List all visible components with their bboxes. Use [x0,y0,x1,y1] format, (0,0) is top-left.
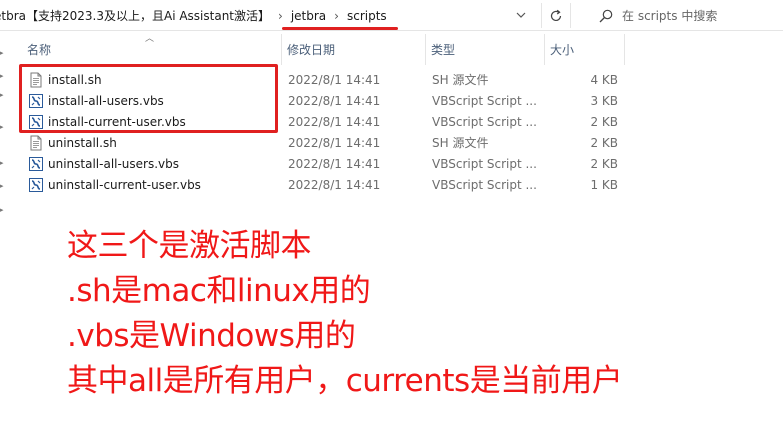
annotation: 这三个是激活脚本 .sh是mac和linux用的 .vbs是Windows用的 … [67,224,623,404]
file-date: 2022/8/1 14:41 [288,156,381,171]
chevron-down-icon[interactable] [508,4,534,26]
file-type: VBScript Script ... [432,177,537,192]
expand-arrow-icon[interactable]: ▸ [0,72,8,80]
address-bar-row: etbra【支持2023.3及以上，且Ai Assistant激活】 › jet… [0,0,783,31]
file-row[interactable]: uninstall-all-users.vbs 2022/8/1 14:41 VBS… [22,153,783,174]
file-size: 2 KB [590,135,618,150]
column-header-size[interactable]: 大小 [545,34,625,65]
breadcrumb-red-underline [282,27,398,30]
file-date: 2022/8/1 14:41 [288,93,381,108]
column-header-name[interactable]: 名称 [22,34,282,65]
file-row[interactable]: uninstall-current-user.vbs 2022/8/1 14:41… [22,174,783,195]
column-header-date[interactable]: 修改日期 [282,34,426,65]
highlight-box [19,64,278,133]
breadcrumb-item[interactable]: scripts [343,9,391,23]
annotation-line: .vbs是Windows用的 [67,318,356,354]
refresh-button[interactable] [541,3,571,28]
address-bar[interactable]: etbra【支持2023.3及以上，且Ai Assistant激活】 › jet… [0,0,539,31]
file-type: SH 源文件 [432,73,489,87]
column-header-label: 名称 [27,43,52,57]
expand-arrow-icon[interactable]: ▸ [0,182,8,190]
breadcrumb-separator-icon[interactable]: › [274,9,287,23]
file-name-cell[interactable]: uninstall.sh [28,135,278,151]
annotation-line: 其中all是所有用户，currents是当前用户 [67,363,623,399]
vbs-file-icon [28,156,44,172]
breadcrumb-separator-icon[interactable]: › [330,9,343,23]
file-row[interactable]: uninstall.sh 2022/8/1 14:41 SH 源文件 2 KB [22,132,783,153]
expand-arrow-icon[interactable]: ▸ [0,91,8,99]
file-size: 2 KB [590,114,618,129]
search-input[interactable] [622,8,772,23]
annotation-line: .sh是mac和linux用的 [67,273,371,309]
file-type: SH 源文件 [432,136,489,150]
file-size: 4 KB [590,72,618,87]
search-box[interactable] [584,3,783,28]
column-header-label: 修改日期 [287,43,336,57]
breadcrumb-item[interactable]: jetbra [287,9,330,23]
file-size: 2 KB [590,156,618,171]
annotation-line: 这三个是激活脚本 [67,228,312,264]
file-date: 2022/8/1 14:41 [288,72,381,87]
file-size: 1 KB [590,177,618,192]
file-date: 2022/8/1 14:41 [288,135,381,150]
file-date: 2022/8/1 14:41 [288,114,381,129]
refresh-icon [550,9,562,21]
breadcrumb-item[interactable]: etbra【支持2023.3及以上，且Ai Assistant激活】 [0,7,274,24]
file-name-cell[interactable]: uninstall-all-users.vbs [28,156,278,172]
expand-arrow-icon[interactable]: ▸ [0,159,8,167]
file-type: VBScript Script ... [432,156,537,171]
expand-arrow-icon[interactable]: ▸ [0,49,8,57]
file-date: 2022/8/1 14:41 [288,177,381,192]
file-name: uninstall.sh [48,135,117,150]
file-name: uninstall-current-user.vbs [48,177,201,192]
nav-pane-edge: ▸ ▸ ▸ ▸ ▸ ▸ ▸ [0,31,12,439]
vbs-file-icon [28,177,44,193]
column-header-label: 类型 [431,43,456,57]
column-header-label: 大小 [550,43,575,57]
file-size: 3 KB [590,93,618,108]
expand-arrow-icon[interactable]: ▸ [0,123,8,131]
sh-file-icon [28,135,44,151]
search-icon [594,9,618,23]
file-type: VBScript Script ... [432,114,537,129]
file-type: VBScript Script ... [432,93,537,108]
file-name: uninstall-all-users.vbs [48,156,180,171]
file-name-cell[interactable]: uninstall-current-user.vbs [28,177,278,193]
expand-arrow-icon[interactable]: ▸ [0,206,8,214]
column-header-type[interactable]: 类型 [426,34,545,65]
